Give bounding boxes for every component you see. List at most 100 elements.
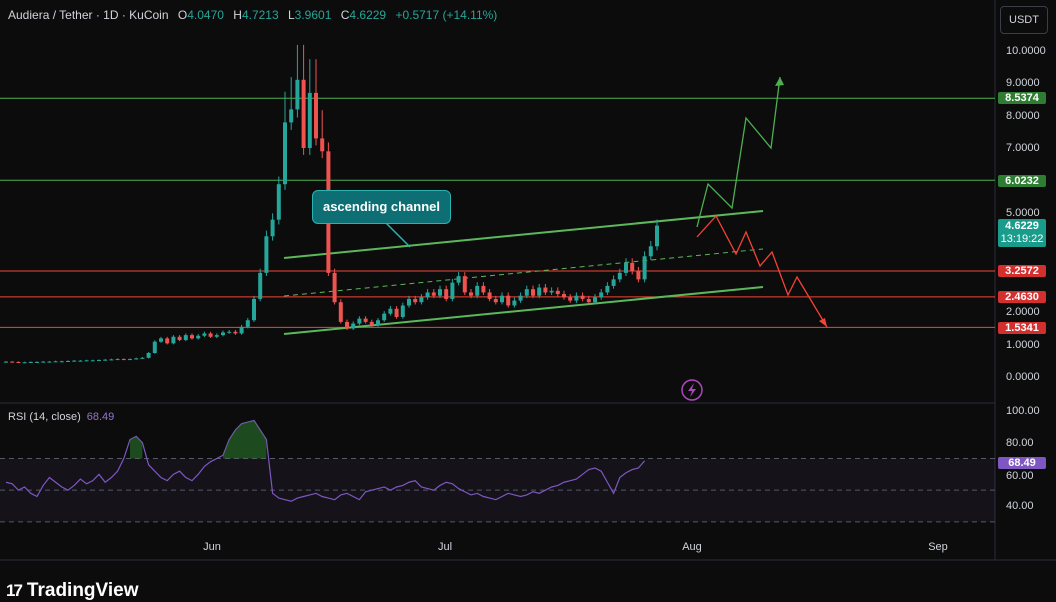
candle-body bbox=[636, 271, 641, 280]
channel-mid-line bbox=[283, 248, 764, 297]
bullish-arrow-icon bbox=[775, 77, 784, 86]
level-tag-2-4630: 2.4630 bbox=[998, 291, 1046, 303]
close-value: 4.6229 bbox=[349, 8, 387, 22]
ascending-channel-callout[interactable]: ascending channel bbox=[312, 190, 451, 224]
candle-body bbox=[239, 326, 244, 334]
candle-body bbox=[549, 290, 554, 293]
low-value: 3.9601 bbox=[294, 8, 332, 22]
candle-body bbox=[103, 359, 108, 361]
candle-body bbox=[382, 313, 387, 321]
candle-body bbox=[481, 285, 486, 293]
candle-body bbox=[394, 308, 399, 317]
candle-body bbox=[407, 298, 411, 306]
price-tick: 2.0000 bbox=[1006, 306, 1040, 318]
candle-body bbox=[270, 219, 275, 237]
callout-pointer bbox=[384, 221, 411, 248]
tradingview-logo[interactable]: 17 TradingView bbox=[6, 580, 139, 602]
time-tick: Aug bbox=[682, 541, 702, 553]
price-tick: 8.0000 bbox=[1006, 110, 1040, 122]
candle-body bbox=[53, 361, 58, 363]
candle-body bbox=[214, 335, 219, 337]
candle-body bbox=[245, 320, 250, 327]
high-label: H bbox=[233, 8, 242, 22]
bearish-arrow-icon bbox=[819, 318, 827, 327]
candle-body bbox=[462, 276, 467, 293]
candle-body bbox=[555, 290, 560, 295]
candle-body bbox=[630, 262, 635, 272]
candle-body bbox=[357, 318, 362, 324]
candle-body bbox=[320, 138, 325, 152]
candle-body bbox=[128, 359, 132, 361]
candle-body bbox=[90, 360, 95, 362]
candle-body bbox=[624, 262, 628, 273]
price-tick: 0.0000 bbox=[1006, 371, 1040, 383]
current-price-value: 4.6229 bbox=[1005, 220, 1039, 232]
candle-body bbox=[506, 295, 511, 306]
candle-body bbox=[115, 359, 120, 361]
candle-body bbox=[543, 287, 548, 293]
candle-body bbox=[512, 300, 517, 306]
rsi-overbought-fill bbox=[223, 420, 267, 459]
candle-body bbox=[16, 361, 21, 363]
candle-body bbox=[208, 333, 213, 337]
candle-body bbox=[431, 292, 436, 296]
candle-body bbox=[177, 336, 182, 341]
rsi-tick: 80.00 bbox=[1006, 437, 1034, 449]
candle-body bbox=[41, 361, 46, 363]
candle-body bbox=[97, 360, 101, 362]
current-price-tag: 4.6229 13:19:22 bbox=[998, 219, 1046, 247]
candle-body bbox=[165, 338, 170, 344]
candle-body bbox=[345, 321, 349, 329]
candle-body bbox=[307, 92, 312, 148]
price-chart[interactable] bbox=[0, 0, 1056, 600]
level-tag-8-5374: 8.5374 bbox=[998, 92, 1046, 104]
candle-body bbox=[438, 289, 442, 296]
candle-body bbox=[28, 361, 33, 363]
candle-body bbox=[252, 298, 256, 321]
candle-body bbox=[617, 272, 622, 280]
candle-body bbox=[524, 289, 529, 296]
candle-body bbox=[109, 359, 114, 361]
bar-countdown: 13:19:22 bbox=[1000, 233, 1044, 245]
candle-body bbox=[413, 298, 418, 303]
candle-body bbox=[146, 353, 151, 358]
rsi-tick: 100.00 bbox=[1006, 405, 1040, 417]
open-label: O bbox=[177, 8, 188, 22]
candle-body bbox=[227, 331, 232, 333]
candle-body bbox=[475, 285, 480, 296]
candle-body bbox=[580, 295, 585, 299]
time-tick: Jun bbox=[203, 541, 221, 553]
candle-body bbox=[78, 360, 83, 362]
candle-body bbox=[35, 361, 39, 363]
low-label: L bbox=[287, 8, 295, 22]
candle-body bbox=[487, 292, 492, 299]
candle-body bbox=[258, 272, 263, 299]
currency-button[interactable]: USDT bbox=[1000, 6, 1048, 34]
candle-body bbox=[121, 359, 126, 361]
candle-body bbox=[400, 305, 405, 317]
price-tick: 9.0000 bbox=[1006, 77, 1040, 89]
candle-body bbox=[140, 357, 145, 359]
time-tick: Sep bbox=[928, 541, 948, 553]
candle-body bbox=[648, 246, 653, 257]
candle-body bbox=[605, 285, 610, 293]
candle-body bbox=[419, 297, 424, 303]
change-value: +0.5717 (+14.11%) bbox=[395, 8, 498, 22]
high-value: 4.7213 bbox=[241, 8, 279, 22]
brand-name: TradingView bbox=[26, 580, 139, 601]
rsi-tick: 40.00 bbox=[1006, 500, 1034, 512]
candle-body bbox=[369, 321, 374, 326]
candle-body bbox=[202, 333, 207, 336]
symbol-header: Audiera / Tether · 1D · KuCoin O4.0470 H… bbox=[8, 8, 497, 22]
tradingview-mark-icon: 17 bbox=[6, 581, 23, 600]
candle-body bbox=[183, 335, 188, 341]
candle-body bbox=[599, 292, 604, 298]
candle-body bbox=[376, 320, 380, 326]
candle-body bbox=[456, 276, 461, 283]
candle-body bbox=[655, 225, 659, 247]
candle-body bbox=[518, 295, 523, 301]
candle-body bbox=[493, 298, 498, 303]
rsi-tick: 60.00 bbox=[1006, 470, 1034, 482]
candle-body bbox=[276, 184, 281, 220]
candle-body bbox=[84, 360, 89, 362]
